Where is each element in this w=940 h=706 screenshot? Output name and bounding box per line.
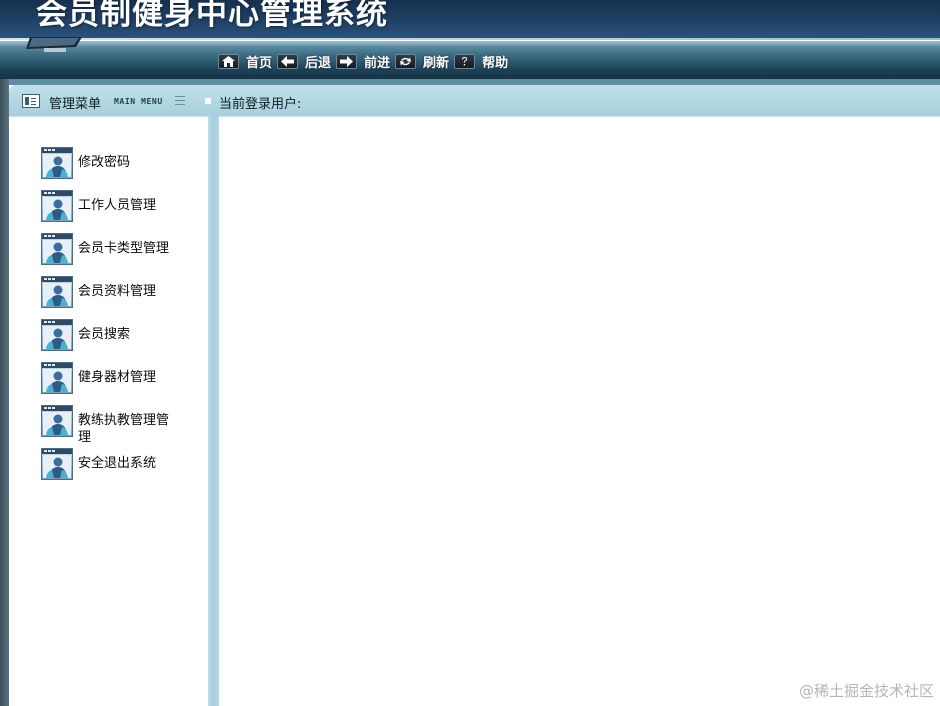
- sidebar-item-label: 教练执教管理管理: [78, 413, 170, 445]
- user-window-icon: [41, 405, 73, 437]
- nav-help-button[interactable]: 帮助: [454, 52, 508, 71]
- nav-bar-shine: [0, 41, 940, 47]
- sidebar-item-equipment[interactable]: 健身器材管理: [41, 362, 178, 394]
- menu-panel-icon: [22, 94, 40, 108]
- help-icon: [454, 53, 476, 69]
- sidebar-item-label: 修改密码: [78, 155, 131, 170]
- sidebar-item-label: 健身器材管理: [78, 370, 157, 385]
- refresh-icon: [395, 53, 417, 69]
- user-window-icon: [41, 147, 73, 179]
- nav-bar: 首页 后退 前进 刷新 帮助: [0, 37, 940, 79]
- menu-subtitle: MAIN MENU: [114, 97, 163, 106]
- panel-splitter[interactable]: [208, 116, 219, 706]
- menu-lines-icon: [175, 96, 185, 106]
- nav-refresh-button[interactable]: 刷新: [395, 52, 449, 71]
- main-content-area: [219, 116, 940, 706]
- arrow-right-icon: [336, 53, 358, 69]
- user-window-icon: [41, 190, 73, 222]
- header-divider: [0, 38, 940, 40]
- sidebar-item-label: 会员卡类型管理: [78, 241, 170, 256]
- watermark: @稀土掘金技术社区: [798, 682, 934, 700]
- nav-back-label: 后退: [305, 55, 332, 71]
- bullet-square-icon: [205, 98, 211, 104]
- nav-refresh-label: 刷新: [423, 55, 450, 71]
- frame-left-edge: [0, 79, 9, 706]
- user-window-icon: [41, 448, 73, 480]
- sidebar: 修改密码 工作人员管理 会员卡类型管理 会员资料管理 会员搜索 健身器材管理 教…: [9, 116, 208, 706]
- sidebar-item-label: 安全退出系统: [78, 456, 157, 471]
- nav-back-button[interactable]: 后退: [277, 52, 331, 71]
- current-user-label: 当前登录用户:: [219, 97, 302, 112]
- nav-help-label: 帮助: [482, 55, 509, 71]
- nav-forward-label: 前进: [364, 55, 391, 71]
- nav-home-label: 首页: [246, 55, 273, 71]
- sidebar-item-label: 会员搜索: [78, 327, 131, 342]
- sidebar-item-logout[interactable]: 安全退出系统: [41, 448, 178, 480]
- arrow-left-icon: [277, 53, 299, 69]
- nav-forward-button[interactable]: 前进: [336, 52, 390, 71]
- sidebar-item-member-search[interactable]: 会员搜索: [41, 319, 178, 351]
- sidebar-item-change-password[interactable]: 修改密码: [41, 147, 178, 179]
- sidebar-item-card-type[interactable]: 会员卡类型管理: [41, 233, 178, 265]
- app-header: 会员制健身中心管理系统: [0, 0, 940, 40]
- monitor-icon: [26, 37, 82, 52]
- nav-home-button[interactable]: 首页: [218, 52, 272, 71]
- menu-title: 管理菜单: [49, 97, 102, 112]
- sidebar-item-label: 会员资料管理: [78, 284, 157, 299]
- sidebar-item-coach[interactable]: 教练执教管理管理: [41, 405, 178, 446]
- nav-items: 首页 后退 前进 刷新 帮助: [218, 51, 513, 71]
- sidebar-item-label: 工作人员管理: [78, 198, 157, 213]
- user-window-icon: [41, 362, 73, 394]
- home-icon: [218, 53, 239, 69]
- sidebar-item-staff[interactable]: 工作人员管理: [41, 190, 178, 222]
- user-window-icon: [41, 319, 73, 351]
- app-title: 会员制健身中心管理系统: [36, 0, 388, 32]
- user-window-icon: [41, 233, 73, 265]
- user-window-icon: [41, 276, 73, 308]
- sidebar-item-member-info[interactable]: 会员资料管理: [41, 276, 178, 308]
- menu-toolbar: 管理菜单 MAIN MENU 当前登录用户:: [9, 85, 940, 116]
